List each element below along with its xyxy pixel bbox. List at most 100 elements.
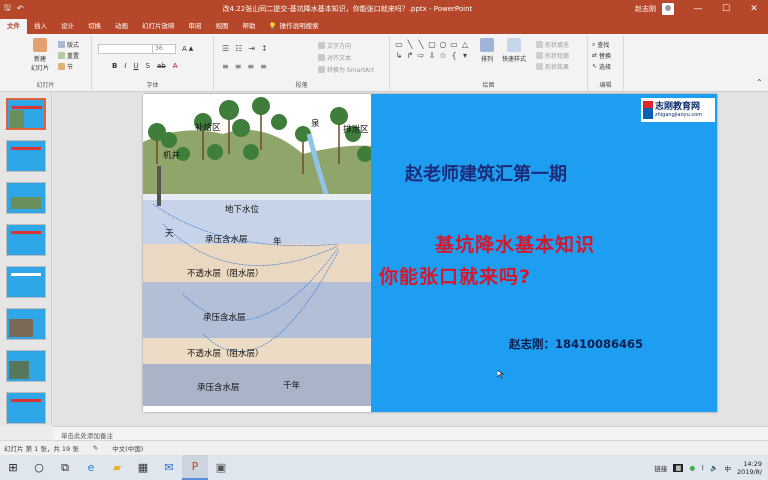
slide-thumbnail[interactable]	[6, 350, 46, 382]
aquifer-diagram-image[interactable]: 补给区 排泄区 泉 机井 地下水位 天 承压含水层 年 不透水层（阻水层） 承压…	[143, 94, 371, 412]
font-color-icon[interactable]: A	[173, 62, 178, 70]
store-icon[interactable]: ▦	[130, 455, 156, 480]
font-grow-icon[interactable]: A ▲	[182, 45, 193, 53]
select-button[interactable]: ↖ 选择	[592, 62, 611, 71]
slide-title-line-1[interactable]: 基坑降水基本知识	[435, 230, 595, 257]
file-explorer-icon[interactable]: ▰	[104, 455, 130, 480]
convert-smartart-button[interactable]: 转换为 SmartArt	[318, 65, 374, 74]
slide-thumbnail[interactable]	[6, 224, 46, 256]
tray-link-text[interactable]: 链接	[654, 463, 667, 473]
numbering-icon[interactable]: ☷	[235, 44, 242, 53]
network-icon[interactable]: ⌇	[701, 464, 704, 472]
text-direction-button[interactable]: 文字方向	[318, 41, 351, 50]
tab-slideshow[interactable]: 幻灯片放映	[135, 19, 182, 34]
slide-thumbnail[interactable]	[6, 140, 46, 172]
taskbar-clock[interactable]: 14:29 2019/8/	[737, 460, 762, 476]
indent-icon[interactable]: ⇥	[248, 44, 255, 53]
arrow2-shape-icon[interactable]: ↱	[405, 51, 415, 61]
align-right-icon[interactable]: ≡	[247, 62, 254, 71]
triangle-shape-icon[interactable]: △	[460, 40, 470, 50]
oval-shape-icon[interactable]: ○	[438, 40, 448, 50]
brace-shape-icon[interactable]: {	[449, 51, 459, 61]
contact-info[interactable]: 赵志刚：18410086465	[509, 336, 643, 352]
align-left-icon[interactable]: ≡	[222, 62, 229, 71]
justify-icon[interactable]: ≡	[260, 62, 267, 71]
tab-view[interactable]: 视图	[209, 19, 236, 34]
textbox-shape-icon[interactable]: ▭	[394, 40, 404, 50]
minimize-button[interactable]: —	[684, 4, 712, 14]
darrow-shape-icon[interactable]: ⇩	[427, 51, 437, 61]
slide-title-line-2[interactable]: 你能张口就来吗?	[379, 262, 531, 289]
replace-button[interactable]: ⇄ 替换	[592, 51, 611, 60]
slide-thumbnail[interactable]	[6, 98, 46, 130]
shapes-gallery[interactable]: ▭ ╲ ╲ ▢ ○ ▭ △ ↳ ↱ ⇨ ⇩ ☆ { ▾	[394, 40, 474, 74]
bullets-icon[interactable]: ☰	[222, 44, 229, 53]
shape-effects-button[interactable]: 形状效果	[536, 62, 569, 71]
rarrow-shape-icon[interactable]: ⇨	[416, 51, 426, 61]
slide-thumbnail-pane[interactable]	[0, 92, 52, 426]
bold-icon[interactable]: B	[112, 62, 117, 70]
collapse-ribbon-icon[interactable]: ⌃	[756, 78, 763, 87]
tray-app-icon[interactable]: ▦	[673, 463, 684, 472]
tab-insert[interactable]: 插入	[27, 19, 54, 34]
underline-icon[interactable]: U	[133, 62, 138, 70]
task-view-icon[interactable]: ⧉	[52, 455, 78, 480]
line-spacing-icon[interactable]: ↕	[261, 44, 268, 53]
undo-icon[interactable]: ↶	[17, 4, 24, 13]
mail-icon[interactable]: ✉	[156, 455, 182, 480]
shape-fill-button[interactable]: 形状填充	[536, 40, 569, 49]
find-button[interactable]: ⌕ 查找	[592, 40, 609, 50]
shadow-icon[interactable]: S	[146, 62, 150, 70]
rect-shape-icon[interactable]: ▢	[427, 40, 437, 50]
font-name-box[interactable]	[98, 44, 158, 54]
slide-thumbnail[interactable]	[6, 308, 46, 340]
slide-thumbnail[interactable]	[6, 182, 46, 214]
line2-shape-icon[interactable]: ╲	[416, 40, 426, 50]
tab-design[interactable]: 设计	[54, 19, 81, 34]
tab-animations[interactable]: 动画	[108, 19, 135, 34]
new-slide-button[interactable]: 新建 幻灯片	[28, 38, 52, 72]
search-icon[interactable]: ○	[26, 455, 52, 480]
section-button[interactable]: 节	[58, 62, 73, 71]
shape-outline-button[interactable]: 形状轮廓	[536, 51, 569, 60]
start-button-icon[interactable]: ⊞	[0, 455, 26, 480]
more-shapes-icon[interactable]: ▾	[460, 51, 470, 61]
tab-review[interactable]: 审阅	[182, 19, 209, 34]
maximize-button[interactable]: ☐	[712, 4, 740, 14]
align-text-button[interactable]: 对齐文本	[318, 53, 351, 62]
avatar[interactable]	[662, 2, 674, 15]
slide-thumbnail[interactable]	[6, 392, 46, 424]
star-shape-icon[interactable]: ☆	[438, 51, 448, 61]
italic-icon[interactable]: I	[124, 62, 126, 70]
arrange-button[interactable]: 排列	[480, 38, 494, 63]
tell-me-search[interactable]: 💡 操作说明搜索	[263, 19, 319, 34]
close-button[interactable]: ✕	[740, 4, 768, 14]
edge-icon[interactable]: e	[78, 455, 104, 480]
user-name[interactable]: 赵志刚	[635, 4, 656, 14]
notes-pane[interactable]: 单击此处添加备注	[53, 426, 768, 440]
slide-thumbnail[interactable]	[6, 266, 46, 298]
current-slide[interactable]: 补给区 排泄区 泉 机井 地下水位 天 承压含水层 年 不透水层（阻水层） 承压…	[143, 94, 717, 412]
strikethrough-icon[interactable]: ab	[157, 62, 166, 70]
wechat-icon[interactable]: ●	[689, 464, 695, 472]
arrow-shape-icon[interactable]: ↳	[394, 51, 404, 61]
slide-heading[interactable]: 赵老师建筑汇第一期	[405, 160, 567, 186]
volume-icon[interactable]: 🔈	[710, 464, 718, 472]
slide-editing-area[interactable]: 补给区 排泄区 泉 机井 地下水位 天 承压含水层 年 不透水层（阻水层） 承压…	[53, 92, 768, 426]
tab-transitions[interactable]: 切换	[81, 19, 108, 34]
tab-help[interactable]: 帮助	[236, 19, 263, 34]
powerpoint-icon[interactable]: P	[182, 455, 208, 480]
save-icon[interactable]: 🖫	[4, 2, 11, 16]
language-indicator[interactable]: 中文(中国)	[112, 443, 143, 453]
spellcheck-icon[interactable]: ✎	[93, 444, 98, 452]
quick-styles-button[interactable]: 快速样式	[502, 38, 526, 63]
align-center-icon[interactable]: ≡	[235, 62, 242, 71]
tab-file[interactable]: 文件	[0, 19, 27, 34]
line-shape-icon[interactable]: ╲	[405, 40, 415, 50]
rect2-shape-icon[interactable]: ▭	[449, 40, 459, 50]
ime-indicator[interactable]: 中	[724, 463, 731, 473]
layout-button[interactable]: 版式	[58, 40, 79, 49]
app-icon[interactable]: ▣	[208, 455, 234, 480]
reset-button[interactable]: 重置	[58, 51, 79, 60]
font-size-box[interactable]: 36	[152, 44, 176, 54]
